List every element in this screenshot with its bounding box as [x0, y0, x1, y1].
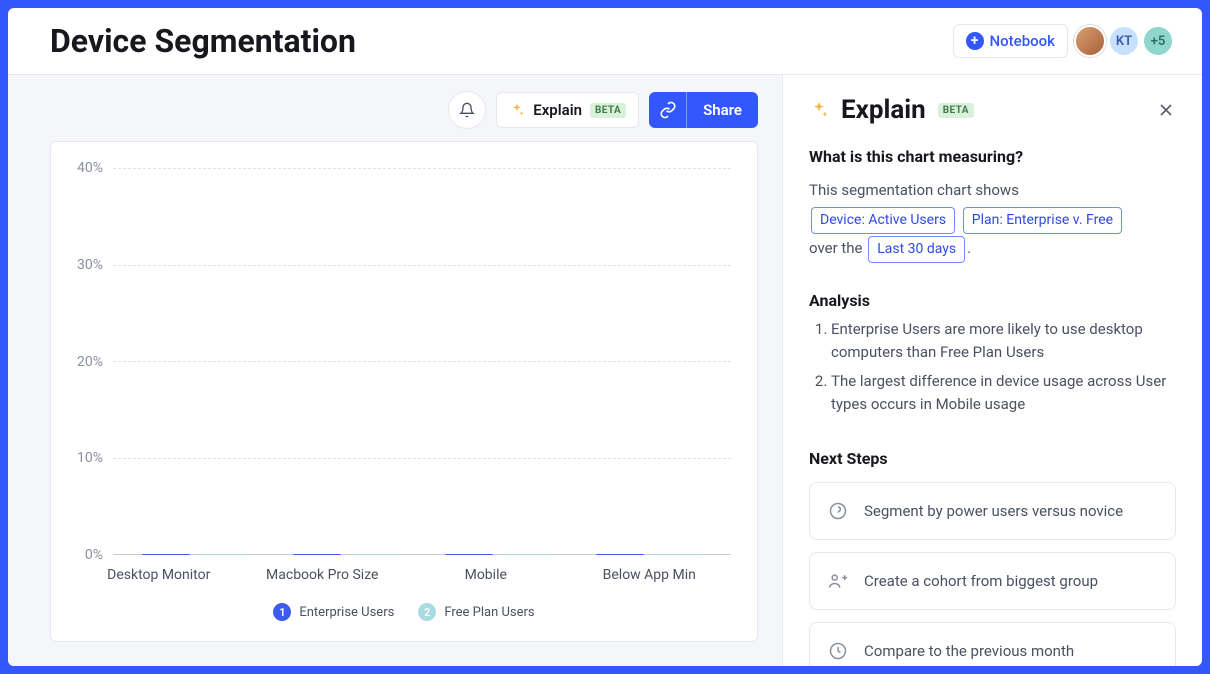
link-icon [659, 101, 677, 119]
x-label: Desktop Monitor [77, 567, 241, 583]
analysis-item: Enterprise Users are more likely to use … [831, 318, 1176, 365]
bar[interactable] [351, 554, 399, 555]
intro-text: This segmentation chart shows [809, 181, 1019, 199]
legend-label: Free Plan Users [444, 605, 534, 620]
next-step-card[interactable]: Segment by power users versus novice [809, 482, 1176, 540]
bar-group [119, 554, 271, 555]
explain-panel: Explain BETA What is this chart measurin… [782, 75, 1202, 666]
next-step-label: Create a cohort from biggest group [864, 572, 1098, 590]
bar[interactable] [445, 554, 493, 555]
share-button[interactable]: Share [649, 92, 758, 128]
bar[interactable] [596, 554, 644, 555]
notebook-button[interactable]: + Notebook [953, 24, 1068, 58]
header-actions: + Notebook KT +5 [953, 24, 1174, 58]
chart-area: 40%30%20%10%0% [77, 168, 731, 555]
x-label: Mobile [404, 567, 568, 583]
sparkle-icon [509, 102, 525, 118]
chart-toolbar: Explain BETA Share [8, 75, 782, 141]
x-label: Macbook Pro Size [241, 567, 405, 583]
plus-circle-icon: + [966, 32, 984, 50]
chip-device[interactable]: Device: Active Users [811, 207, 955, 234]
panel-title: Explain [841, 95, 926, 125]
chart-card: 40%30%20%10%0% Desktop MonitorMacbook Pr… [50, 141, 758, 642]
page-title: Device Segmentation [50, 22, 356, 60]
panel-header: Explain BETA [809, 95, 1176, 125]
chip-time[interactable]: Last 30 days [868, 236, 965, 263]
notifications-button[interactable] [448, 91, 486, 129]
avatar[interactable] [1074, 25, 1106, 57]
measuring-description: This segmentation chart shows Device: Ac… [809, 176, 1176, 263]
bar-group [271, 554, 423, 555]
analysis-item: The largest difference in device usage a… [831, 370, 1176, 417]
period-suffix: . [967, 239, 971, 257]
next-steps-list: Segment by power users versus novice Crea… [809, 482, 1176, 667]
beta-badge: BETA [938, 103, 974, 118]
panel-title-wrap: Explain BETA [809, 95, 974, 125]
explain-label: Explain [533, 101, 582, 119]
share-label: Share [687, 92, 758, 128]
beta-badge: BETA [590, 103, 626, 118]
next-step-card[interactable]: Compare to the previous month [809, 622, 1176, 667]
notebook-label: Notebook [990, 32, 1055, 50]
x-axis: Desktop MonitorMacbook Pro SizeMobileBel… [77, 567, 731, 583]
copy-link-button[interactable] [649, 92, 687, 128]
legend-item[interactable]: 2 Free Plan Users [418, 603, 534, 621]
legend-dot: 2 [418, 603, 436, 621]
explain-button[interactable]: Explain BETA [496, 92, 639, 128]
next-step-card[interactable]: Create a cohort from biggest group [809, 552, 1176, 610]
close-icon[interactable] [1156, 100, 1176, 120]
bar[interactable] [200, 554, 248, 555]
bar[interactable] [654, 554, 702, 555]
bar[interactable] [503, 554, 551, 555]
next-step-label: Segment by power users versus novice [864, 502, 1123, 520]
bar-group [574, 554, 726, 555]
avatar-overflow[interactable]: +5 [1142, 25, 1174, 57]
next-step-icon [828, 501, 848, 521]
measuring-heading: What is this chart measuring? [809, 147, 1176, 166]
next-step-label: Compare to the previous month [864, 642, 1074, 660]
legend-dot: 1 [273, 603, 291, 621]
app-window: Device Segmentation + Notebook KT +5 [8, 8, 1202, 666]
page-header: Device Segmentation + Notebook KT +5 [8, 8, 1202, 75]
analysis-list: Enterprise Users are more likely to use … [809, 318, 1176, 423]
bell-icon [459, 102, 475, 118]
legend-item[interactable]: 1 Enterprise Users [273, 603, 394, 621]
next-steps-heading: Next Steps [809, 449, 1176, 468]
y-axis: 40%30%20%10%0% [77, 168, 113, 555]
next-step-icon [828, 641, 848, 661]
chip-plan[interactable]: Plan: Enterprise v. Free [963, 207, 1122, 234]
sparkle-icon [809, 100, 829, 120]
bars [113, 168, 731, 555]
x-label: Below App Min [568, 567, 732, 583]
main-content: Explain BETA Share 40%30%20%10%0% [8, 75, 782, 666]
legend-label: Enterprise Users [299, 605, 394, 620]
analysis-heading: Analysis [809, 291, 1176, 310]
over-the-text: over the [809, 239, 863, 257]
legend: 1 Enterprise Users 2 Free Plan Users [77, 603, 731, 621]
avatar-initials[interactable]: KT [1108, 25, 1140, 57]
body: Explain BETA Share 40%30%20%10%0% [8, 75, 1202, 666]
bar[interactable] [293, 554, 341, 555]
next-step-icon [828, 571, 848, 591]
bar[interactable] [142, 554, 190, 555]
plot [113, 168, 731, 555]
bar-group [422, 554, 574, 555]
